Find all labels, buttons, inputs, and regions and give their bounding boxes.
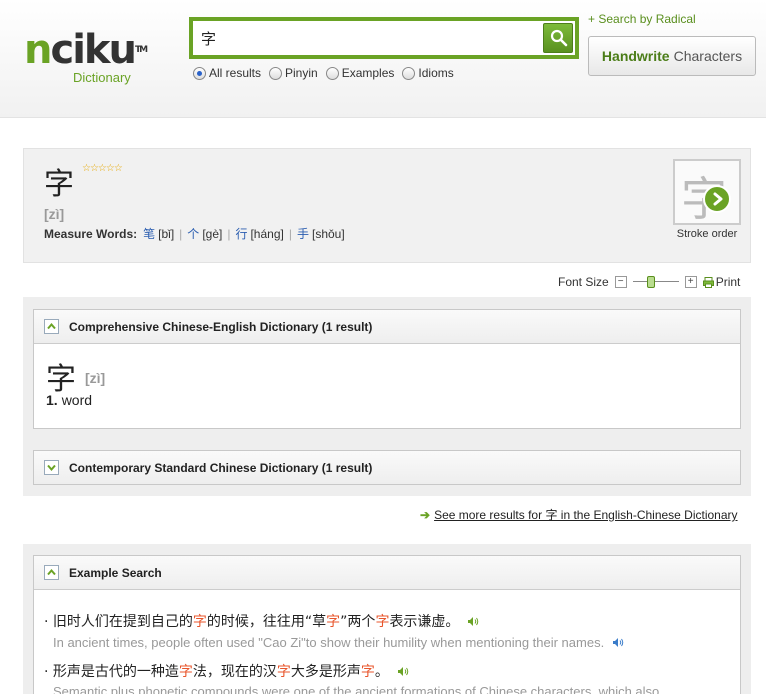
radio-dot[interactable]: [402, 66, 416, 80]
play-arrow-icon: [703, 185, 731, 213]
measure-word-link[interactable]: 行: [235, 225, 247, 242]
separator: |: [227, 226, 231, 241]
stroke-order-button[interactable]: 字: [673, 159, 741, 226]
stroke-order-label[interactable]: Stroke order: [654, 228, 760, 240]
speaker-icon[interactable]: [397, 666, 410, 677]
chevron-up-icon: [47, 568, 56, 576]
measure-word-pinyin: [bǐ]: [158, 226, 175, 241]
slider-handle[interactable]: [646, 276, 655, 288]
expand-toggle[interactable]: [44, 460, 59, 475]
speaker-icon[interactable]: [467, 616, 480, 627]
see-more-results-link[interactable]: ➔ See more results for 字 in the English-…: [420, 506, 738, 523]
search-box: [189, 17, 579, 59]
nciku-logo[interactable]: ncikuTM Dictionary: [24, 30, 154, 90]
measure-word-link[interactable]: 手: [297, 225, 309, 242]
separator: |: [288, 226, 292, 241]
measure-word-link[interactable]: 个: [187, 225, 199, 242]
measure-word-pinyin: [shǒu]: [311, 226, 345, 241]
contemporary-dictionary-panel: Contemporary Standard Chinese Dictionary…: [33, 450, 741, 485]
example-search-panel: Example Search · 旧时人们在提到自己的字的时候，往往用“草字 ”两…: [33, 555, 741, 694]
search-button[interactable]: [543, 23, 573, 53]
panel-header[interactable]: Comprehensive Chinese-English Dictionary…: [34, 310, 740, 344]
search-input[interactable]: [201, 28, 531, 48]
measure-words: Measure Words: 笔 [bǐ] | 个 [gè] | 行 [háng] |…: [44, 225, 345, 242]
logo-wordmark: ncikuTM: [24, 27, 148, 73]
measure-word-pinyin: [gè]: [202, 226, 223, 241]
radio-idioms[interactable]: Idioms: [402, 66, 454, 80]
panel-title: Contemporary Standard Chinese Dictionary…: [69, 460, 373, 475]
measure-words-label: Measure Words:: [44, 226, 138, 241]
radio-dot-checked[interactable]: [193, 66, 206, 80]
collapse-toggle[interactable]: [44, 565, 59, 580]
separator: |: [179, 226, 183, 241]
chevron-down-icon: [47, 464, 56, 472]
speaker-icon[interactable]: [612, 637, 625, 648]
print-button[interactable]: Print: [702, 275, 740, 289]
radio-dot[interactable]: [325, 66, 339, 80]
search-icon: [550, 29, 568, 47]
font-size-decrease-button[interactable]: −: [614, 276, 627, 288]
radio-all-results[interactable]: All results: [193, 66, 261, 80]
panel-title: Comprehensive Chinese-English Dictionary…: [69, 319, 373, 334]
header: ncikuTM Dictionary All results Pinyin Ex…: [0, 0, 766, 118]
measure-word-pinyin: [háng]: [250, 226, 284, 241]
comprehensive-dictionary-panel: Comprehensive Chinese-English Dictionary…: [33, 309, 741, 429]
entry-pinyin: [zì]: [44, 206, 65, 222]
definition-pinyin: [zì]: [85, 370, 106, 386]
logo-subtitle: Dictionary: [73, 70, 131, 85]
definition-line: 1. word: [46, 392, 93, 408]
entry-character: 字: [44, 167, 74, 202]
panel-header[interactable]: Example Search: [34, 556, 740, 590]
font-size-slider[interactable]: [632, 276, 679, 288]
measure-word-link[interactable]: 笔: [143, 225, 155, 242]
example-translation: In ancient times, people often used "Cao…: [53, 635, 625, 650]
panel-header[interactable]: Contemporary Standard Chinese Dictionary…: [34, 451, 740, 484]
arrow-right-icon: ➔: [420, 507, 431, 522]
collapse-toggle[interactable]: [44, 319, 59, 334]
radio-dot[interactable]: [269, 66, 283, 80]
panel-title: Example Search: [69, 565, 162, 580]
handwrite-characters-button[interactable]: Handwrite Characters: [588, 36, 756, 76]
chevron-up-icon: [47, 322, 56, 330]
example-sentence: · 旧时人们在提到自己的字的时候，往往用“草字 ”两个字表示谦虚。: [44, 611, 480, 631]
font-size-increase-button[interactable]: +: [684, 276, 697, 288]
example-sentence: · 形声是古代的一种造字法，现在的汉字大多是形声字。: [44, 661, 410, 681]
search-mode-radios: All results Pinyin Examples Idioms: [193, 66, 454, 80]
font-size-label: Font Size: [558, 275, 609, 289]
rating-stars-icon: ☆☆☆☆☆: [82, 163, 123, 174]
font-size-control: Font Size − + Print: [558, 275, 740, 289]
printer-icon: [702, 276, 714, 288]
radio-examples[interactable]: Examples: [325, 66, 394, 80]
slider-track: [632, 281, 679, 282]
example-translation: Semantic plus phonetic compounds were on…: [53, 684, 660, 694]
radio-pinyin[interactable]: Pinyin: [269, 66, 318, 80]
entry-card: 字 ☆☆☆☆☆ [zì] Measure Words: 笔 [bǐ] | 个 [gè…: [23, 148, 751, 263]
search-by-radical-link[interactable]: + Search by Radical: [588, 12, 696, 26]
